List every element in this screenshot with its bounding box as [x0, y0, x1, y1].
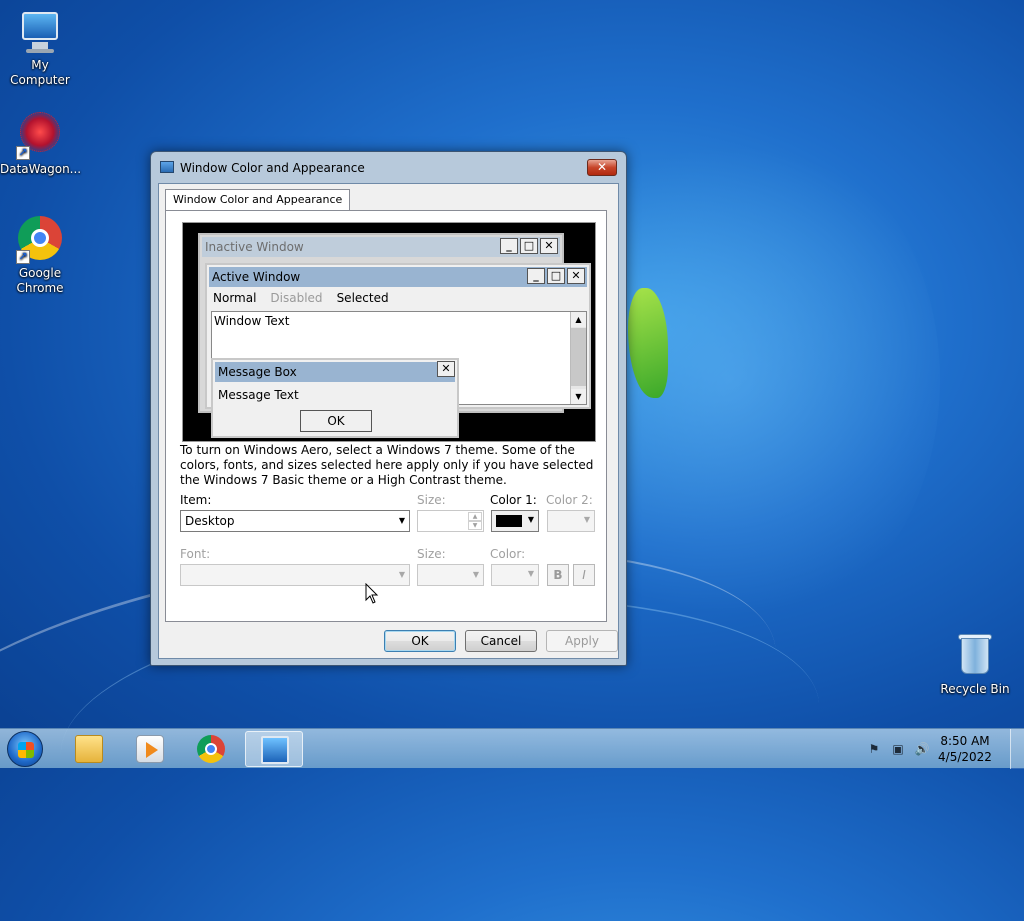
desktop-icon-recycle-bin[interactable]: Recycle Bin [935, 632, 1015, 697]
item-value: Desktop [185, 514, 235, 528]
item-size-spinner[interactable]: ▲ ▼ [417, 510, 484, 532]
preview-menu-bar: Normal Disabled Selected [213, 291, 389, 305]
show-desktop-button[interactable] [1010, 729, 1024, 769]
start-button[interactable] [7, 731, 43, 767]
windows-logo-icon [18, 742, 34, 758]
clock-time: 8:50 AM [940, 734, 990, 748]
ok-button[interactable]: OK [384, 630, 456, 652]
message-box-title: Message Box [215, 362, 455, 382]
menu-normal[interactable]: Normal [213, 291, 256, 305]
desktop-icon-label: My Computer [10, 58, 70, 87]
item-size-label: Size: [417, 493, 446, 507]
system-tray: ⚑ ▣ 🔊 [866, 741, 930, 757]
color1-button[interactable]: ▼ [491, 510, 539, 532]
action-center-icon[interactable]: ⚑ [866, 741, 882, 757]
dropdown-arrow-icon: ▼ [398, 516, 405, 525]
font-size-label: Size: [417, 547, 446, 561]
close-icon: ✕ [567, 268, 585, 284]
scroll-up-icon[interactable]: ▲ [571, 312, 586, 327]
taskbar-item-display-settings[interactable] [245, 731, 303, 767]
desktop-icon-label: Google Chrome [16, 266, 64, 295]
tab-window-color[interactable]: Window Color and Appearance [165, 189, 351, 211]
font-color-label: Color: [490, 547, 526, 561]
scroll-down-icon[interactable]: ▼ [571, 389, 586, 404]
spin-down-icon[interactable]: ▼ [468, 521, 482, 530]
font-color-button[interactable]: ▼ [491, 564, 539, 586]
preview-message-box[interactable]: Message Box ✕ Message Text OK [211, 358, 459, 438]
minimize-icon: _ [500, 238, 518, 254]
network-icon[interactable]: ▣ [890, 741, 906, 757]
scroll-thumb[interactable] [571, 328, 586, 386]
font-label: Font: [180, 547, 211, 561]
dialog-titlebar[interactable]: Window Color and Appearance ✕ [151, 152, 626, 183]
menu-selected[interactable]: Selected [337, 291, 389, 305]
taskbar-item-media-player[interactable] [121, 731, 179, 767]
shortcut-arrow-icon: ↗ [16, 146, 30, 160]
desktop-icon-datawagon[interactable]: ↗ DataWagon... [0, 112, 82, 177]
color2-button[interactable]: ▼ [547, 510, 595, 532]
dropdown-arrow-icon: ▼ [398, 570, 405, 579]
font-size-combobox[interactable]: ▼ [417, 564, 484, 586]
preview-scrollbar[interactable]: ▲ ▼ [570, 312, 586, 404]
datawagon-icon: ↗ [16, 112, 64, 160]
chrome-icon: ↗ [16, 216, 64, 264]
maximize-icon: □ [520, 238, 538, 254]
bold-button[interactable]: B [547, 564, 569, 586]
recycle-bin-icon [951, 632, 999, 680]
display-icon [261, 736, 289, 764]
item-combobox[interactable]: Desktop ▼ [180, 510, 410, 532]
close-icon: ✕ [437, 361, 455, 377]
close-icon: ✕ [540, 238, 558, 254]
computer-icon [16, 8, 64, 56]
window-text-label: Window Text [214, 314, 290, 328]
apply-button[interactable]: Apply [546, 630, 618, 652]
dropdown-arrow-icon: ▼ [527, 515, 534, 524]
folder-icon [75, 735, 103, 763]
clock-date: 4/5/2022 [938, 750, 992, 764]
dropdown-arrow-icon: ▼ [472, 570, 479, 579]
taskbar: ⚑ ▣ 🔊 8:50 AM 4/5/2022 [0, 728, 1024, 769]
inactive-title-text: Inactive Window [205, 240, 304, 254]
dropdown-arrow-icon: ▼ [583, 515, 590, 524]
dropdown-arrow-icon: ▼ [527, 569, 534, 578]
desktop-icon-my-computer[interactable]: My Computer [0, 8, 80, 88]
message-box-ok-button[interactable]: OK [300, 410, 372, 432]
system-clock[interactable]: 8:50 AM 4/5/2022 [932, 733, 998, 765]
desktop-icon-label: DataWagon... [0, 162, 82, 176]
minimize-icon: _ [527, 268, 545, 284]
dialog-title: Window Color and Appearance [180, 161, 365, 175]
cancel-button[interactable]: Cancel [465, 630, 537, 652]
chrome-icon [197, 735, 225, 763]
volume-icon[interactable]: 🔊 [914, 741, 930, 757]
item-label: Item: [180, 493, 212, 507]
color2-label: Color 2: [546, 493, 593, 507]
appearance-preview[interactable]: Inactive Window _ □ ✕ Active Window _ □ [182, 222, 596, 442]
dialog-close-button[interactable]: ✕ [587, 159, 617, 176]
dialog-client-area: Window Color and Appearance Inactive Win… [158, 183, 619, 659]
taskbar-item-explorer[interactable] [60, 731, 118, 767]
spin-up-icon[interactable]: ▲ [468, 512, 482, 521]
menu-disabled[interactable]: Disabled [270, 291, 322, 305]
desktop-icon-label: Recycle Bin [940, 682, 1010, 696]
inactive-caption-buttons: _ □ ✕ [500, 238, 558, 254]
italic-button[interactable]: I [573, 564, 595, 586]
color1-swatch [496, 515, 522, 527]
window-color-dialog: Window Color and Appearance ✕ Window Col… [150, 151, 627, 666]
tab-panel: Inactive Window _ □ ✕ Active Window _ □ [165, 210, 607, 622]
taskbar-item-chrome[interactable] [182, 731, 240, 767]
active-caption-buttons: _ □ ✕ [527, 268, 585, 284]
active-title-text: Active Window [212, 270, 301, 284]
message-box-text: Message Text [218, 388, 299, 402]
desktop-icon-google-chrome[interactable]: ↗ Google Chrome [0, 216, 80, 296]
shortcut-arrow-icon: ↗ [16, 250, 30, 264]
aero-info-text: To turn on Windows Aero, select a Window… [180, 443, 594, 487]
display-icon [160, 161, 174, 173]
color1-label: Color 1: [490, 493, 537, 507]
maximize-icon: □ [547, 268, 565, 284]
media-player-icon [136, 735, 164, 763]
